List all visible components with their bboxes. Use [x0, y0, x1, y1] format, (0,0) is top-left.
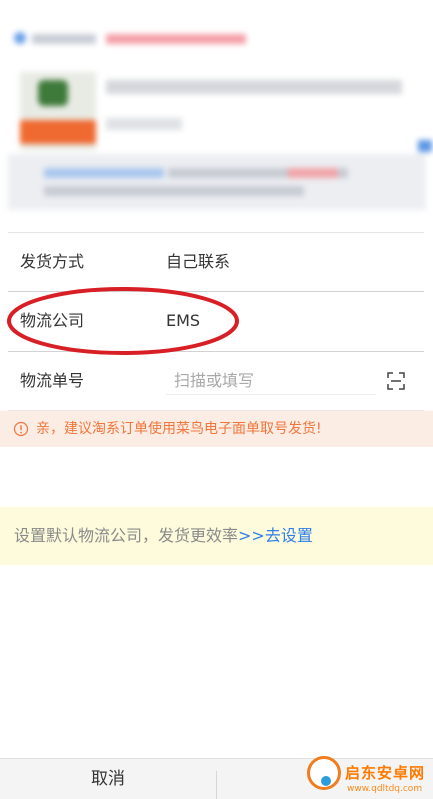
blurred-product-title — [106, 80, 402, 94]
blurred-text — [32, 34, 96, 44]
tracking-number-row: 物流单号 — [0, 352, 433, 410]
product-thumbnail — [20, 72, 96, 150]
logistics-company-value[interactable]: EMS — [166, 292, 200, 350]
tracking-number-input[interactable] — [166, 363, 376, 397]
blurred-text — [44, 186, 304, 196]
blurred-dot — [14, 32, 26, 44]
logistics-company-label: 物流公司 — [20, 311, 85, 330]
tip-bar: 亲，建议淘系订单使用菜鸟电子面单取号发货! — [0, 411, 433, 447]
info-circle-icon — [13, 421, 29, 437]
cancel-button[interactable]: 取消 — [0, 759, 216, 799]
order-preview-blurred — [0, 0, 433, 232]
scan-icon[interactable] — [387, 372, 405, 390]
logistics-company-row[interactable]: 物流公司 EMS — [0, 292, 433, 350]
promo-message: 设置默认物流公司，发货更效率 — [14, 526, 239, 545]
blurred-text — [288, 168, 338, 178]
blurred-note — [8, 154, 426, 210]
blurred-product-sub — [106, 118, 182, 130]
tip-text: 亲，建议淘系订单使用菜鸟电子面单取号发货! — [36, 421, 322, 437]
blurred-text — [44, 168, 164, 178]
bottom-divider — [216, 771, 217, 799]
order-preview-content — [8, 0, 432, 210]
watermark-logo-icon — [307, 756, 341, 790]
go-settings-link[interactable]: >>去设置 — [238, 526, 313, 545]
promo-bar: 设置默认物流公司，发货更效率>>去设置 — [0, 507, 433, 565]
thumbnail-shape — [38, 80, 68, 106]
blurred-corner-mark — [418, 140, 432, 152]
ship-method-label: 发货方式 — [20, 252, 85, 271]
input-underline — [166, 394, 376, 395]
thumbnail-banner — [20, 120, 96, 144]
site-watermark: 启东安卓网 www.qdltdq.com — [303, 740, 433, 798]
watermark-title: 启东安卓网 — [345, 764, 426, 782]
promo-text: 设置默认物流公司，发货更效率>>去设置 — [14, 507, 313, 565]
blurred-order-header — [14, 30, 246, 46]
watermark-url: www.qdltdq.com — [347, 784, 423, 794]
ship-method-value[interactable]: 自己联系 — [166, 233, 230, 291]
ship-method-row[interactable]: 发货方式 自己联系 — [0, 233, 433, 291]
blurred-text — [106, 34, 246, 44]
watermark-logo-dot — [321, 776, 331, 786]
tracking-number-label: 物流单号 — [20, 371, 85, 390]
